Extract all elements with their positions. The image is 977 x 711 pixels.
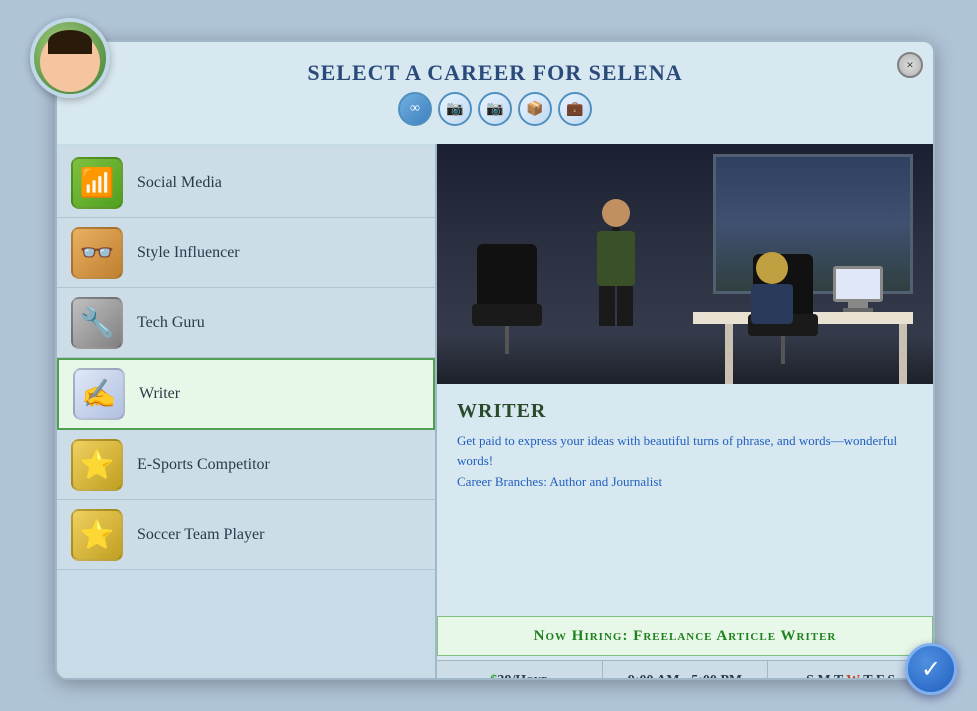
career-item-soccer[interactable]: ⭐ Soccer Team Player	[57, 500, 435, 570]
hiring-text: Now Hiring: Freelance Article Writer	[534, 628, 837, 644]
writer-icon: ✍️	[73, 368, 125, 420]
avatar	[30, 18, 110, 98]
salary-value: $38/Hour	[490, 673, 548, 680]
career-detail-title: Writer	[457, 400, 913, 423]
filter-box[interactable]: 📦	[518, 92, 552, 126]
career-list[interactable]: 📶 Social Media 👓 Style Influencer 🔧 Tech…	[57, 144, 437, 680]
days-value: S M T W T F S	[806, 673, 895, 680]
dialog-title: Select a Career for Selena	[57, 60, 933, 86]
career-name-style-influencer: Style Influencer	[137, 244, 240, 262]
tech-guru-icon: 🔧	[71, 297, 123, 349]
soccer-icon: ⭐	[71, 509, 123, 561]
career-detail-branches: Career Branches: Author and Journalist	[457, 474, 913, 490]
salary-amount: 38/Hour	[497, 673, 548, 680]
close-button[interactable]: ×	[897, 52, 923, 78]
header: Select a Career for Selena ∞ 📷 📷 📦 💼	[57, 42, 933, 144]
filter-all[interactable]: ∞	[398, 92, 432, 126]
schedule-value: 9:00 AM - 5:00 PM	[628, 673, 742, 680]
info-bar: $38/Hour 9:00 AM - 5:00 PM S M T W T F S	[437, 660, 933, 680]
career-item-writer[interactable]: ✍️ Writer	[57, 358, 435, 430]
confirm-icon: ✓	[921, 655, 941, 684]
career-name-soccer: Soccer Team Player	[137, 526, 264, 544]
career-name-tech-guru: Tech Guru	[137, 314, 205, 332]
career-item-social-media[interactable]: 📶 Social Media	[57, 148, 435, 218]
social-media-icon: 📶	[71, 157, 123, 209]
content-area: 📶 Social Media 👓 Style Influencer 🔧 Tech…	[57, 144, 933, 680]
filter-camera1[interactable]: 📷	[438, 92, 472, 126]
detail-panel: Writer Get paid to express your ideas wi…	[437, 144, 933, 680]
main-window: × Select a Career for Selena ∞ 📷 📷 📦 💼 📶…	[55, 40, 935, 680]
career-image	[437, 144, 933, 384]
career-name-social-media: Social Media	[137, 174, 222, 192]
career-item-style-influencer[interactable]: 👓 Style Influencer	[57, 218, 435, 288]
confirm-button[interactable]: ✓	[905, 643, 957, 695]
schedule-cell: 9:00 AM - 5:00 PM	[603, 661, 769, 680]
work-day-highlight: W	[846, 673, 860, 680]
esports-icon: ⭐	[71, 439, 123, 491]
career-item-esports[interactable]: ⭐ E-Sports Competitor	[57, 430, 435, 500]
career-item-tech-guru[interactable]: 🔧 Tech Guru	[57, 288, 435, 358]
hiring-bar: Now Hiring: Freelance Article Writer	[437, 616, 933, 656]
career-detail-content: Writer Get paid to express your ideas wi…	[437, 384, 933, 616]
career-name-esports: E-Sports Competitor	[137, 456, 270, 474]
salary-cell: $38/Hour	[437, 661, 603, 680]
filter-camera2[interactable]: 📷	[478, 92, 512, 126]
filter-briefcase[interactable]: 💼	[558, 92, 592, 126]
filter-bar: ∞ 📷 📷 📦 💼	[57, 86, 933, 136]
career-name-writer: Writer	[139, 385, 180, 403]
career-detail-description: Get paid to express your ideas with beau…	[457, 431, 913, 470]
style-influencer-icon: 👓	[71, 227, 123, 279]
